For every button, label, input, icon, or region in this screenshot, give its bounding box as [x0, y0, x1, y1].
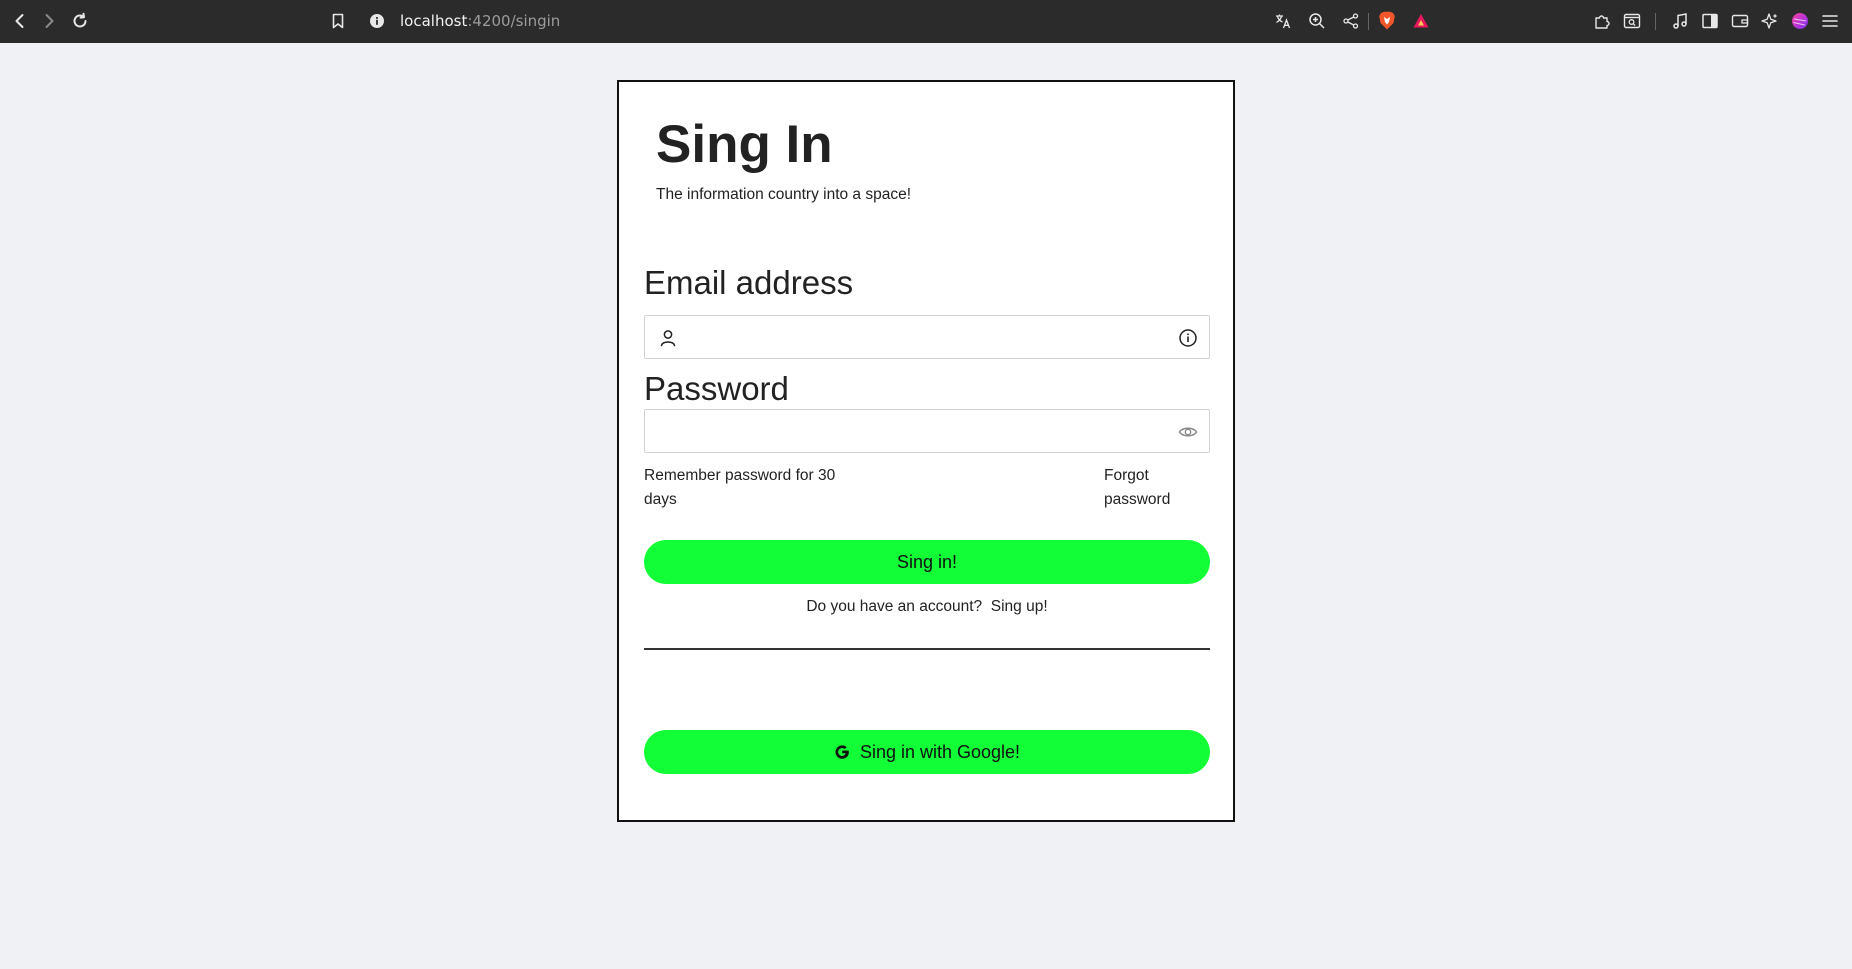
- google-icon: [834, 744, 850, 760]
- email-field[interactable]: [685, 322, 1155, 352]
- forgot-password-link[interactable]: Forgot password: [1104, 464, 1184, 512]
- signin-button[interactable]: Sing in!: [644, 540, 1210, 584]
- page-subtitle: The information country into a space!: [656, 186, 912, 203]
- address-bar[interactable]: localhost:4200/singin: [400, 12, 560, 30]
- url-host: localhost: [400, 12, 468, 30]
- translate-icon[interactable]: [1272, 10, 1294, 32]
- brave-rewards-icon[interactable]: [1410, 10, 1432, 32]
- email-label: Email address: [644, 264, 854, 301]
- signup-link[interactable]: Sing up!: [991, 598, 1048, 615]
- media-icon[interactable]: [1669, 10, 1691, 32]
- back-icon[interactable]: [9, 10, 31, 32]
- password-label: Password: [644, 370, 789, 407]
- reload-icon[interactable]: [69, 10, 91, 32]
- email-field-container: [644, 315, 1210, 359]
- wallet-icon[interactable]: [1729, 10, 1751, 32]
- share-icon[interactable]: [1340, 10, 1362, 32]
- site-info-icon[interactable]: [366, 10, 388, 32]
- zoom-icon[interactable]: [1306, 10, 1328, 32]
- bookmark-icon[interactable]: [327, 10, 349, 32]
- user-icon: [657, 327, 679, 349]
- forward-icon[interactable]: [38, 10, 60, 32]
- toolbar-separator: [1368, 13, 1369, 30]
- toolbar-separator: [1655, 13, 1656, 30]
- remember-password-label[interactable]: Remember password for 30 days: [644, 464, 844, 512]
- divider: [644, 648, 1210, 650]
- google-signin-button[interactable]: Sing in with Google!: [644, 730, 1210, 774]
- profile-icon[interactable]: [1789, 10, 1811, 32]
- menu-icon[interactable]: [1819, 10, 1841, 32]
- leo-ai-icon[interactable]: [1759, 10, 1781, 32]
- password-field[interactable]: [657, 416, 1157, 446]
- tab-search-icon[interactable]: [1621, 10, 1643, 32]
- url-path: :4200/singin: [467, 12, 561, 30]
- browser-toolbar: localhost:4200/singin: [0, 0, 1852, 43]
- password-field-container: [644, 409, 1210, 453]
- page-title: Sing In: [656, 115, 833, 174]
- sidebar-icon[interactable]: [1699, 10, 1721, 32]
- info-icon[interactable]: [1177, 327, 1199, 349]
- signin-card: Sing In The information country into a s…: [617, 80, 1235, 822]
- google-signin-label: Sing in with Google!: [859, 741, 1021, 762]
- account-question: Do you have an account?: [806, 598, 983, 615]
- extensions-icon[interactable]: [1591, 10, 1613, 32]
- signup-prompt: Do you have an account? Sing up!: [644, 598, 1210, 616]
- eye-icon[interactable]: [1177, 421, 1199, 443]
- brave-shield-icon[interactable]: [1376, 10, 1398, 32]
